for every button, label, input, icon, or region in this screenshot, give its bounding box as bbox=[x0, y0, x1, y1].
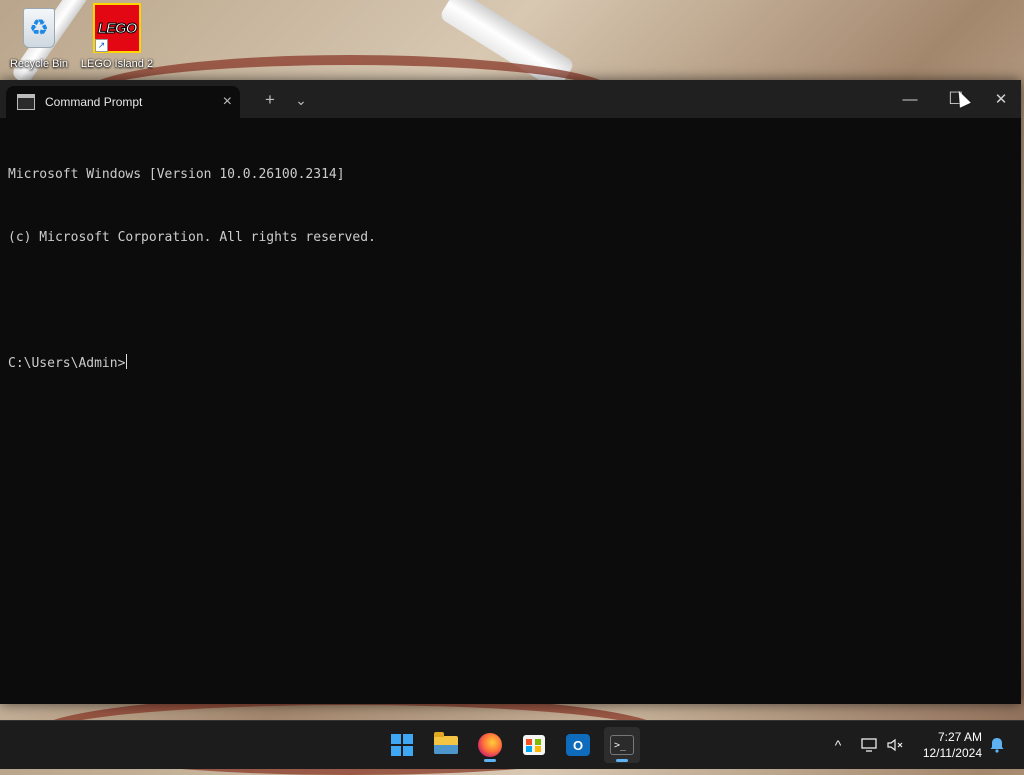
system-clock[interactable]: 7:27 AM 12/11/2024 bbox=[923, 729, 982, 761]
desktop-icon-lego-island-2[interactable]: LEGO ↗ LEGO Island 2 bbox=[80, 3, 154, 76]
console-output[interactable]: Microsoft Windows [Version 10.0.26100.23… bbox=[8, 122, 1013, 416]
lego-icon: LEGO ↗ bbox=[93, 3, 141, 53]
console-line: Microsoft Windows [Version 10.0.26100.23… bbox=[8, 167, 345, 182]
taskbar: O >_ ^ 7:27 AM 12/11/2024 bbox=[0, 720, 1024, 769]
desktop-icon-label: LEGO Island 2 bbox=[80, 58, 154, 70]
clock-time: 7:27 AM bbox=[937, 730, 982, 744]
terminal-window: Command Prompt × + ⌄ — ☐ ✕ Microsoft Win… bbox=[0, 80, 1021, 704]
tab-command-prompt[interactable]: Command Prompt × bbox=[6, 86, 240, 118]
console-line: (c) Microsoft Corporation. All rights re… bbox=[8, 230, 376, 245]
taskbar-outlook[interactable]: O bbox=[560, 727, 596, 763]
taskbar-microsoft-store[interactable] bbox=[516, 727, 552, 763]
notification-bell-icon[interactable] bbox=[986, 721, 1008, 769]
outlook-icon: O bbox=[566, 734, 590, 756]
title-bar[interactable]: Command Prompt × + ⌄ — ☐ ✕ bbox=[0, 80, 1021, 118]
running-indicator bbox=[484, 759, 496, 762]
desktop-icon-recycle-bin[interactable]: ♻ Recycle Bin bbox=[2, 4, 76, 76]
windows-logo-icon bbox=[391, 734, 413, 756]
network-icon[interactable] bbox=[858, 721, 880, 769]
start-button[interactable] bbox=[384, 727, 420, 763]
folder-icon bbox=[434, 732, 458, 754]
shortcut-arrow-icon: ↗ bbox=[95, 39, 108, 52]
desktop-icon-label: Recycle Bin bbox=[9, 58, 69, 70]
tab-dropdown-button[interactable]: ⌄ bbox=[287, 86, 315, 114]
lego-logo-text: LEGO bbox=[97, 19, 137, 37]
command-prompt-icon bbox=[17, 94, 35, 110]
text-caret bbox=[126, 354, 128, 369]
recycle-bin-icon: ♻ bbox=[15, 4, 63, 52]
store-icon bbox=[523, 735, 545, 755]
console-line: ​ bbox=[8, 290, 1013, 311]
taskbar-terminal[interactable]: >_ bbox=[604, 727, 640, 763]
tab-title: Command Prompt bbox=[45, 95, 143, 109]
firefox-icon bbox=[478, 733, 502, 757]
terminal-icon: >_ bbox=[610, 735, 634, 755]
taskbar-firefox[interactable] bbox=[472, 727, 508, 763]
active-indicator bbox=[616, 759, 628, 762]
tab-close-button[interactable]: × bbox=[223, 93, 232, 111]
clock-date: 12/11/2024 bbox=[922, 746, 982, 760]
console-prompt-line: C:\Users\Admin> bbox=[8, 353, 1013, 374]
minimize-button[interactable]: — bbox=[887, 80, 933, 118]
new-tab-button[interactable]: + bbox=[256, 86, 284, 114]
volume-muted-icon[interactable] bbox=[884, 721, 906, 769]
close-button[interactable]: ✕ bbox=[978, 80, 1024, 118]
console-prompt: C:\Users\Admin> bbox=[8, 356, 126, 371]
show-hidden-icons-button[interactable]: ^ bbox=[826, 721, 850, 769]
taskbar-file-explorer[interactable] bbox=[428, 727, 464, 763]
